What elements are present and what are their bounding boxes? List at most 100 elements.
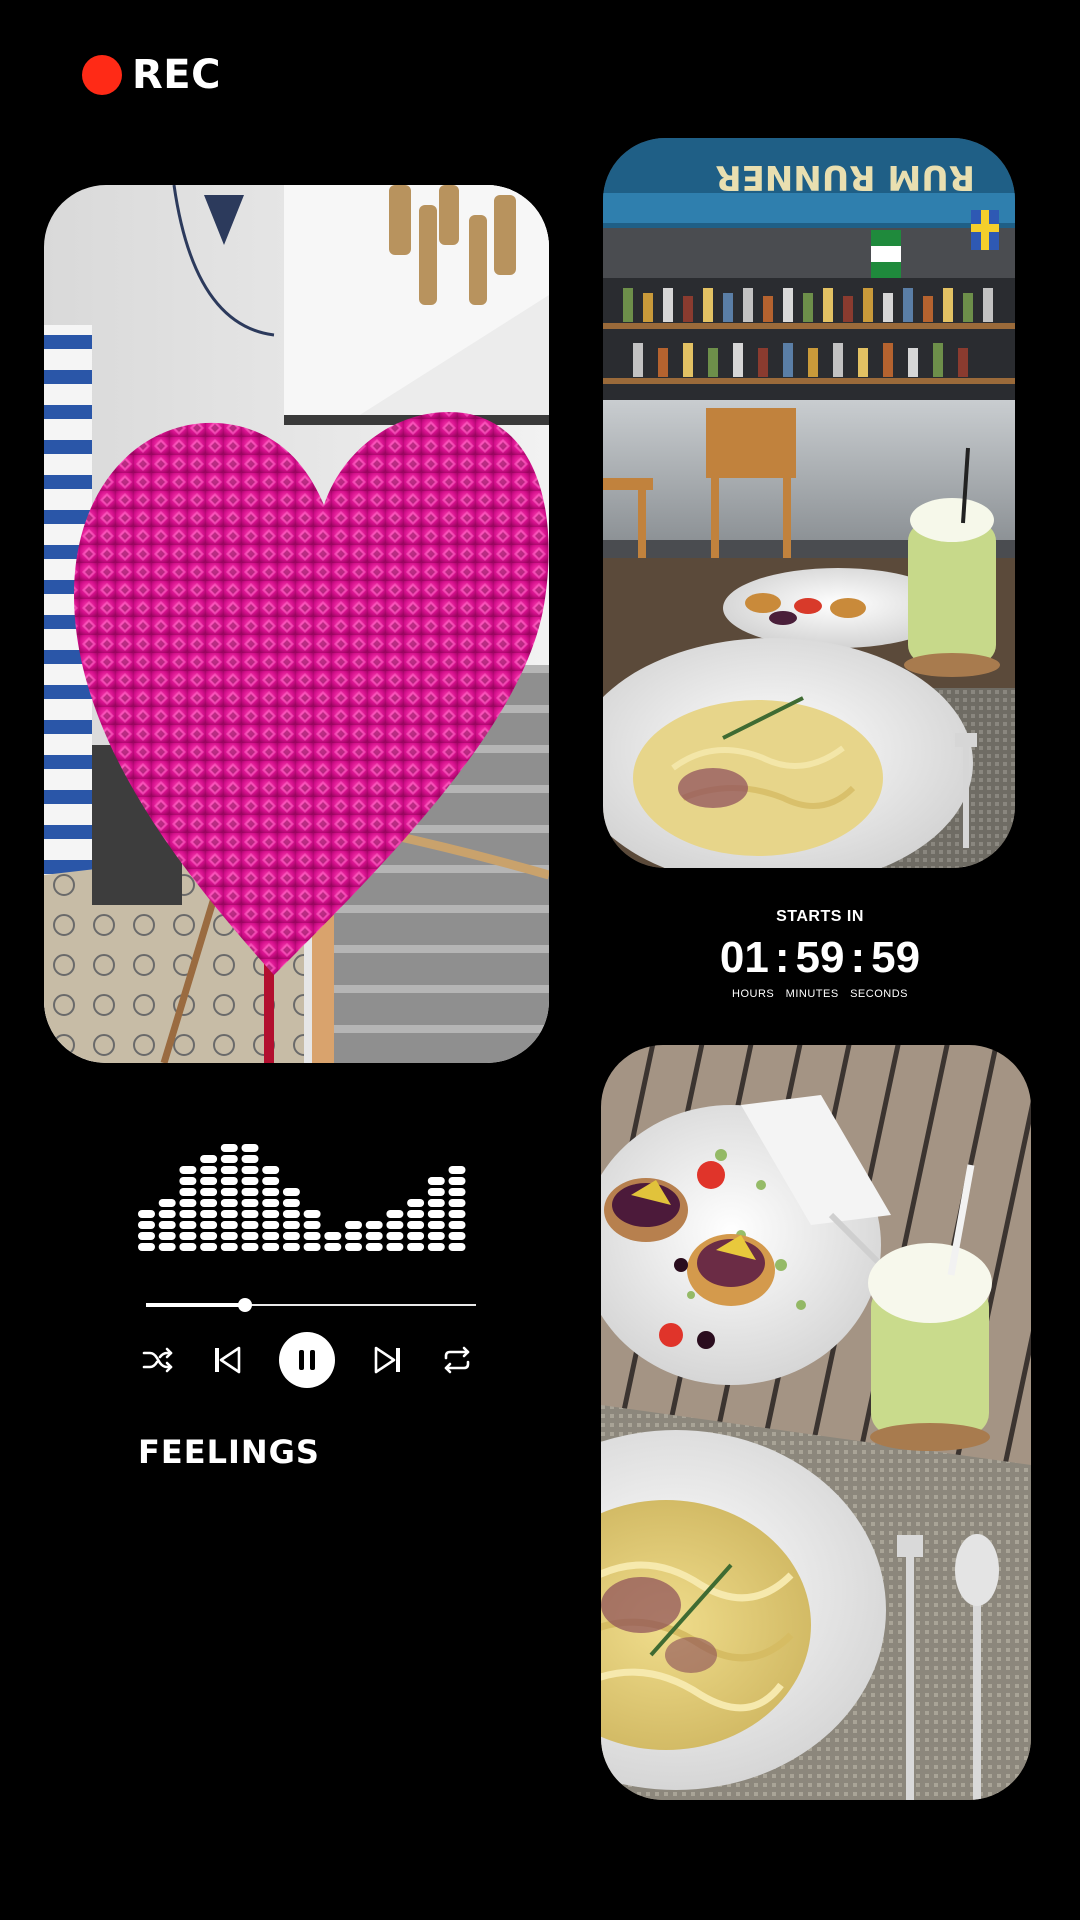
equalizer-segment xyxy=(220,1210,238,1218)
countdown-hours: 01 xyxy=(719,933,769,982)
equalizer-segment xyxy=(241,1199,259,1207)
equalizer-segment xyxy=(386,1232,404,1240)
shuffle-icon[interactable] xyxy=(142,1346,174,1374)
song-title: FEELINGS xyxy=(138,1433,320,1471)
equalizer-bar xyxy=(427,1177,445,1251)
equalizer-segment xyxy=(200,1221,218,1229)
equalizer-bar xyxy=(220,1144,238,1251)
equalizer-segment xyxy=(448,1243,466,1251)
equalizer-segment xyxy=(282,1221,300,1229)
equalizer-segment xyxy=(220,1155,238,1163)
equalizer-segment xyxy=(241,1210,259,1218)
equalizer-segment xyxy=(262,1210,280,1218)
equalizer-segment xyxy=(448,1210,466,1218)
equalizer-segment xyxy=(262,1243,280,1251)
equalizer-segment xyxy=(448,1177,466,1185)
equalizer-segment xyxy=(427,1221,445,1229)
equalizer-segment xyxy=(282,1210,300,1218)
countdown-hours-label: HOURS xyxy=(732,988,775,1000)
equalizer-segment xyxy=(241,1221,259,1229)
pause-icon[interactable] xyxy=(279,1332,335,1388)
countdown-caption: STARTS IN xyxy=(776,908,864,925)
equalizer-segment xyxy=(220,1232,238,1240)
equalizer-bar xyxy=(407,1199,425,1251)
playback-controls xyxy=(138,1330,478,1390)
progress-knob[interactable] xyxy=(238,1298,252,1312)
equalizer-segment xyxy=(448,1232,466,1240)
recording-label: REC xyxy=(132,52,221,98)
equalizer-segment xyxy=(407,1243,425,1251)
equalizer-segment xyxy=(179,1166,197,1174)
countdown-minutes: 59 xyxy=(795,933,845,982)
equalizer-segment xyxy=(365,1232,383,1240)
equalizer-segment xyxy=(427,1243,445,1251)
equalizer-segment xyxy=(138,1232,155,1240)
equalizer-segment xyxy=(448,1221,466,1229)
previous-icon[interactable] xyxy=(212,1345,242,1375)
equalizer-bar xyxy=(303,1210,321,1251)
next-icon[interactable] xyxy=(373,1345,403,1375)
equalizer-segment xyxy=(200,1199,218,1207)
countdown-units: HOURS MINUTES SECONDS xyxy=(720,988,920,1000)
equalizer-segment xyxy=(220,1177,238,1185)
equalizer-bar xyxy=(448,1166,466,1251)
equalizer-segment xyxy=(179,1243,197,1251)
equalizer-segment xyxy=(241,1144,259,1152)
record-dot-icon xyxy=(82,55,122,95)
equalizer-segment xyxy=(138,1243,155,1251)
equalizer-bar xyxy=(262,1166,280,1251)
equalizer-segment xyxy=(179,1210,197,1218)
equalizer-segment xyxy=(262,1199,280,1207)
equalizer-segment xyxy=(407,1199,425,1207)
countdown-timer: STARTS IN 01 : 59 : 59 HOURS MINUTES SEC… xyxy=(720,908,920,1000)
equalizer-segment xyxy=(282,1232,300,1240)
equalizer-segment xyxy=(138,1210,155,1218)
equalizer-segment xyxy=(324,1243,342,1251)
equalizer-segment xyxy=(200,1232,218,1240)
repeat-icon[interactable] xyxy=(440,1346,474,1374)
equalizer-segment xyxy=(303,1232,321,1240)
equalizer-bar xyxy=(386,1210,404,1251)
equalizer-segment xyxy=(407,1232,425,1240)
equalizer-segment xyxy=(262,1221,280,1229)
countdown-seconds-label: SECONDS xyxy=(850,988,908,1000)
equalizer-segment xyxy=(427,1188,445,1196)
equalizer-segment xyxy=(158,1243,176,1251)
equalizer-segment xyxy=(158,1221,176,1229)
equalizer-segment xyxy=(138,1221,155,1229)
progress-bar[interactable] xyxy=(146,1298,476,1312)
equalizer-segment xyxy=(179,1177,197,1185)
music-player: FEELINGS xyxy=(138,1118,478,1471)
equalizer-segment xyxy=(282,1199,300,1207)
equalizer-segment xyxy=(365,1243,383,1251)
equalizer-segment xyxy=(386,1243,404,1251)
equalizer-segment xyxy=(220,1188,238,1196)
equalizer-segment xyxy=(200,1243,218,1251)
equalizer-segment xyxy=(220,1166,238,1174)
equalizer-segment xyxy=(179,1221,197,1229)
equalizer-segment xyxy=(179,1188,197,1196)
equalizer-segment xyxy=(303,1210,321,1218)
equalizer-bar xyxy=(365,1221,383,1251)
equalizer-segment xyxy=(241,1243,259,1251)
equalizer-segment xyxy=(262,1232,280,1240)
progress-fill xyxy=(146,1303,245,1307)
equalizer-segment xyxy=(303,1243,321,1251)
countdown-minutes-label: MINUTES xyxy=(785,988,839,1000)
food-photo xyxy=(601,1045,1031,1800)
equalizer-segment xyxy=(241,1166,259,1174)
recording-indicator: REC xyxy=(82,52,221,98)
equalizer-bar xyxy=(241,1144,259,1251)
countdown-separator: : xyxy=(850,933,866,982)
equalizer-segment xyxy=(200,1166,218,1174)
equalizer-visualizer xyxy=(138,1144,466,1251)
equalizer-bar xyxy=(282,1188,300,1251)
equalizer-segment xyxy=(220,1221,238,1229)
equalizer-segment xyxy=(200,1210,218,1218)
equalizer-segment xyxy=(220,1243,238,1251)
equalizer-segment xyxy=(220,1199,238,1207)
equalizer-segment xyxy=(200,1177,218,1185)
equalizer-segment xyxy=(324,1232,342,1240)
equalizer-segment xyxy=(241,1188,259,1196)
equalizer-segment xyxy=(282,1188,300,1196)
